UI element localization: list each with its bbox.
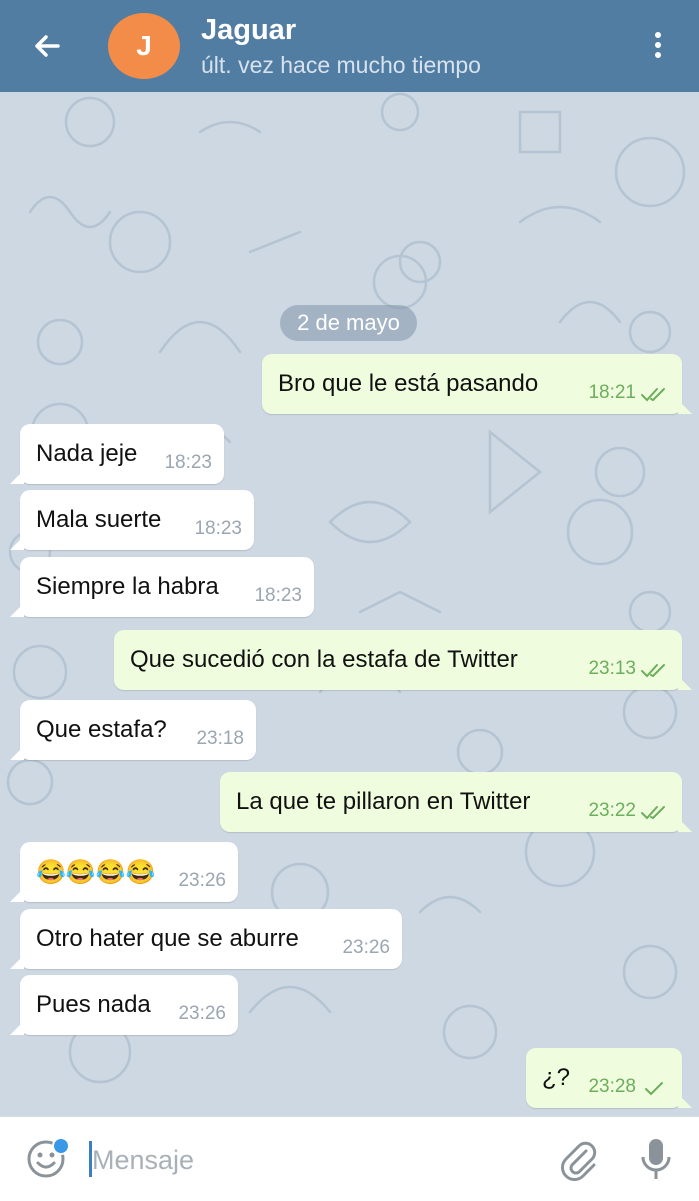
- paperclip-icon[interactable]: [556, 1137, 600, 1181]
- back-arrow-icon[interactable]: [28, 26, 68, 66]
- message-incoming[interactable]: Otro hater que se aburre 23:26: [10, 909, 402, 969]
- message-text: Que estafa?: [36, 716, 167, 743]
- message-time: 18:23: [164, 452, 212, 473]
- chat-area[interactable]: 2 de mayo Bro que le está pasando 18:21 …: [0, 92, 699, 1116]
- message-text: Bro que le está pasando: [278, 370, 539, 397]
- message-text: Pues nada: [36, 991, 151, 1018]
- message-time: 23:18: [196, 728, 244, 749]
- date-separator: 2 de mayo: [280, 305, 417, 341]
- message-outgoing[interactable]: Bro que le está pasando 18:21: [262, 354, 692, 414]
- message-time: 18:21: [588, 382, 636, 403]
- message-time: 23:26: [178, 870, 226, 891]
- message-input[interactable]: Mensaje: [92, 1145, 194, 1176]
- message-text: Mala suerte: [36, 506, 162, 533]
- message-time: 23:13: [588, 658, 636, 679]
- double-check-icon: [641, 388, 665, 402]
- message-time: 23:26: [178, 1003, 226, 1024]
- message-text: Que sucedió con la estafa de Twitter: [130, 646, 518, 673]
- message-text: Siempre la habra: [36, 573, 219, 600]
- message-incoming[interactable]: Que estafa? 23:18: [10, 700, 256, 760]
- message-time: 18:23: [254, 585, 302, 606]
- message-outgoing[interactable]: ¿? 23:28: [526, 1048, 692, 1108]
- message-outgoing[interactable]: La que te pillaron en Twitter 23:22: [220, 772, 692, 832]
- last-seen-status: últ. vez hace mucho tiempo: [201, 52, 481, 78]
- message-text: ¿?: [542, 1064, 571, 1091]
- message-text: La que te pillaron en Twitter: [236, 788, 531, 815]
- message-text: Otro hater que se aburre: [36, 925, 299, 952]
- notification-dot: [52, 1137, 70, 1155]
- message-text: 😂😂😂😂: [36, 859, 156, 886]
- chat-header: J Jaguar últ. vez hace mucho tiempo: [0, 0, 699, 92]
- message-incoming[interactable]: 😂😂😂😂 23:26: [10, 842, 238, 902]
- message-incoming[interactable]: Pues nada 23:26: [10, 975, 238, 1035]
- microphone-icon[interactable]: [636, 1135, 676, 1183]
- message-incoming[interactable]: Mala suerte 18:23: [10, 490, 254, 550]
- more-options-icon[interactable]: [646, 28, 670, 64]
- single-check-icon: [645, 1082, 663, 1096]
- message-text: Nada jeje: [36, 440, 138, 467]
- message-time: 23:28: [588, 1076, 636, 1097]
- double-check-icon: [641, 806, 665, 820]
- message-time: 18:23: [194, 518, 242, 539]
- message-incoming[interactable]: Nada jeje 18:23: [10, 424, 224, 484]
- double-check-icon: [641, 664, 665, 678]
- contact-name[interactable]: Jaguar: [201, 14, 296, 47]
- message-time: 23:22: [588, 800, 636, 821]
- message-outgoing[interactable]: Que sucedió con la estafa de Twitter 23:…: [114, 630, 692, 690]
- message-time: 23:26: [342, 937, 390, 958]
- contact-avatar[interactable]: J: [108, 13, 180, 79]
- message-input-bar: Mensaje: [0, 1116, 699, 1201]
- message-incoming[interactable]: Siempre la habra 18:23: [10, 557, 314, 617]
